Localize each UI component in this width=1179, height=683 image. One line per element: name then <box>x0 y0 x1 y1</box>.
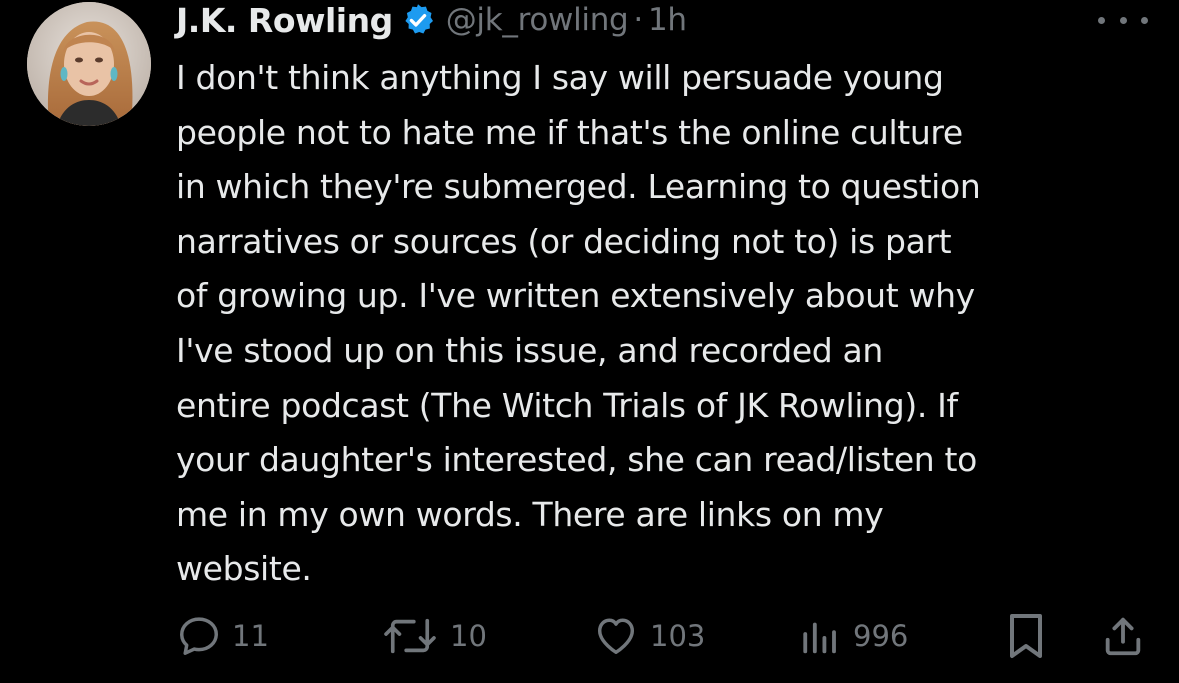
view-count: 996 <box>853 619 909 653</box>
more-dot-icon <box>1119 16 1127 24</box>
tweet: J.K. Rowling @jk_rowling · 1h I don't th… <box>0 0 1179 683</box>
repost-button[interactable]: 10 <box>380 606 487 666</box>
bookmark-button[interactable] <box>1004 606 1048 666</box>
views-button[interactable]: 996 <box>797 606 908 666</box>
share-button[interactable] <box>1100 606 1146 666</box>
tweet-text: I don't think anything I say will persua… <box>176 58 981 589</box>
separator-dot: · <box>633 2 643 38</box>
like-button[interactable]: 103 <box>592 606 705 666</box>
like-icon <box>597 618 635 655</box>
avatar[interactable] <box>27 2 151 126</box>
more-options-button[interactable] <box>1098 10 1148 30</box>
like-count: 103 <box>650 619 706 653</box>
display-name[interactable]: J.K. Rowling <box>176 1 393 40</box>
repost-count: 10 <box>450 619 487 653</box>
action-bar: 11 10 103 996 <box>0 606 1179 666</box>
views-icon <box>803 622 836 654</box>
verified-badge-icon <box>400 2 436 38</box>
avatar-portrait-image <box>27 2 151 126</box>
repost-icon <box>384 618 436 654</box>
more-dot-icon <box>1141 16 1148 24</box>
handle[interactable]: @jk_rowling <box>446 2 629 38</box>
more-dot-icon <box>1098 16 1105 24</box>
timestamp[interactable]: 1h <box>648 2 687 38</box>
reply-button[interactable]: 11 <box>176 606 269 666</box>
share-icon <box>1105 617 1141 656</box>
tweet-header: J.K. Rowling @jk_rowling · 1h <box>176 0 687 42</box>
bookmark-icon <box>1010 614 1042 658</box>
reply-icon <box>180 617 218 655</box>
reply-count: 11 <box>232 619 269 653</box>
